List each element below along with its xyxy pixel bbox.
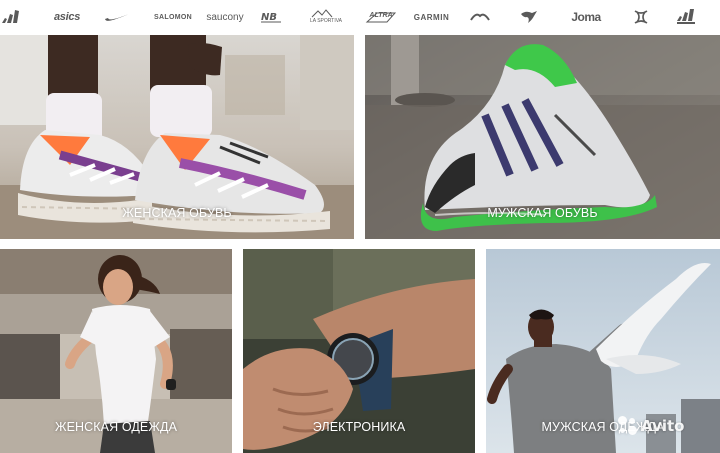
mens-shoes-tile[interactable]: МУЖСКАЯ ОБУВЬ <box>365 35 720 239</box>
under-armour-logo[interactable] <box>632 8 650 26</box>
garmin-logo[interactable]: GARMIN <box>414 8 449 26</box>
salomon-logo[interactable]: SALOMON <box>153 8 193 26</box>
joma-logo[interactable]: Joma <box>568 8 604 26</box>
womens-clothing-tile[interactable]: ЖЕНСКАЯ ОДЕЖДА <box>0 249 232 453</box>
nike-logo[interactable] <box>104 8 130 26</box>
womens-clothing-label: ЖЕНСКАЯ ОДЕЖДА <box>54 420 178 434</box>
new-balance-logo[interactable]: NB <box>258 8 284 26</box>
brand-logo-strip: asics SALOMON saucony NB LA SPORTIVA ALT… <box>0 0 720 34</box>
saucony-logo[interactable]: saucony <box>206 8 243 26</box>
asics-logo[interactable]: asics <box>50 8 84 26</box>
electronics-tile[interactable]: ЭЛЕКТРОНИКА <box>243 249 475 453</box>
la-sportiva-logo[interactable]: LA SPORTIVA <box>308 8 344 26</box>
svg-text:NB: NB <box>261 12 277 23</box>
womens-shoes-tile[interactable]: ЖЕНСКАЯ ОБУВЬ <box>0 35 354 239</box>
mizuno-logo[interactable] <box>468 8 492 26</box>
avito-watermark-text: Avito <box>641 417 685 435</box>
electronics-label: ЭЛЕКТРОНИКА <box>312 420 406 434</box>
adidas-logo-alt[interactable] <box>674 8 698 26</box>
womens-shoes-label: ЖЕНСКАЯ ОБУВЬ <box>122 206 232 220</box>
avito-watermark: Avito <box>618 414 714 438</box>
avito-logo-icon <box>618 416 638 436</box>
adidas-logo[interactable] <box>0 8 22 26</box>
altra-logo[interactable]: ALTRA <box>365 8 397 26</box>
puma-logo[interactable] <box>520 8 538 26</box>
mens-shoes-label: МУЖСКАЯ ОБУВЬ <box>487 206 598 220</box>
